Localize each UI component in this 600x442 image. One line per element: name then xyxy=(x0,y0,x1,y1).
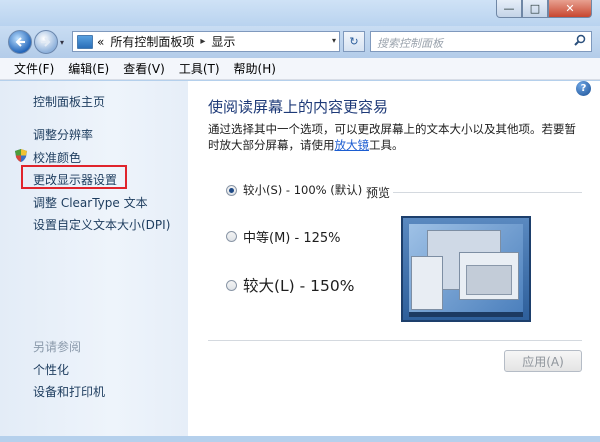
radio-medium[interactable] xyxy=(226,231,237,242)
bottom-divider xyxy=(208,340,582,341)
preview-window-front xyxy=(459,252,519,300)
recent-pages-button[interactable]: ▾ xyxy=(60,38,64,47)
sidebar-link-resolution[interactable]: 调整分辨率 xyxy=(33,126,93,143)
radio-smaller[interactable] xyxy=(226,184,237,196)
description-tail: 工具。 xyxy=(369,138,404,152)
refresh-button[interactable]: ↻ xyxy=(343,31,365,52)
option-smaller-label[interactable]: 较小(S) - 100% (默认) xyxy=(243,182,362,198)
back-button[interactable] xyxy=(8,30,32,54)
see-also-heading: 另请参阅 xyxy=(33,340,82,354)
forward-button[interactable] xyxy=(34,30,58,54)
window-bottom-border xyxy=(0,436,600,442)
option-smaller[interactable]: 较小(S) - 100% (默认) xyxy=(226,182,362,198)
sidebar-link-custom-dpi[interactable]: 设置自定义文本大小(DPI) xyxy=(33,216,170,233)
shield-icon xyxy=(15,149,27,162)
search-placeholder: 搜索控制面板 xyxy=(377,37,443,50)
preview-taskbar xyxy=(409,312,523,317)
highlight-box xyxy=(21,165,127,189)
menu-file[interactable]: 文件(F) xyxy=(14,60,54,77)
address-dropdown-icon[interactable]: ▾ xyxy=(332,36,336,45)
address-overflow[interactable]: « xyxy=(97,35,104,49)
control-panel-icon xyxy=(77,34,93,49)
apply-button[interactable]: 应用(A) xyxy=(504,350,582,372)
sidebar-link-devices-printers[interactable]: 设备和打印机 xyxy=(33,383,105,400)
menu-tools[interactable]: 工具(T) xyxy=(179,60,220,77)
title-bar: — □ ✕ xyxy=(0,0,600,26)
magnifier-link[interactable]: 放大镜 xyxy=(335,138,370,152)
sidebar-link-cleartype[interactable]: 调整 ClearType 文本 xyxy=(33,194,148,211)
sidebar-link-calibrate-color[interactable]: 校准颜色 xyxy=(33,149,81,166)
search-icon[interactable] xyxy=(574,34,586,46)
menu-edit[interactable]: 编辑(E) xyxy=(68,60,109,77)
breadcrumb-display[interactable]: 显示 xyxy=(211,33,235,50)
option-medium-label[interactable]: 中等(M) - 125% xyxy=(243,227,340,246)
close-button[interactable]: ✕ xyxy=(548,0,592,18)
preview-screen xyxy=(409,224,523,312)
page-description: 通过选择其中一个选项，可以更改屏幕上的文本大小以及其他项。若要暂时放大部分屏幕，… xyxy=(208,121,586,153)
minimize-button[interactable]: — xyxy=(496,0,522,18)
help-icon[interactable]: ? xyxy=(576,81,591,96)
option-larger[interactable]: 较大(L) - 150% xyxy=(226,274,355,296)
sidebar-link-personalization[interactable]: 个性化 xyxy=(33,361,69,378)
search-input[interactable]: 搜索控制面板 xyxy=(370,31,592,52)
navigation-bar: ▾ « 所有控制面板项 ▸ 显示 ▾ ↻ 搜索控制面板 xyxy=(0,26,600,58)
arrow-right-icon xyxy=(41,37,51,47)
sidebar-link-home[interactable]: 控制面板主页 xyxy=(33,93,105,110)
window-controls: — □ ✕ xyxy=(496,0,592,18)
address-bar[interactable]: « 所有控制面板项 ▸ 显示 ▾ xyxy=(72,31,340,52)
preview-divider xyxy=(393,192,582,193)
option-medium[interactable]: 中等(M) - 125% xyxy=(226,227,340,246)
menu-help[interactable]: 帮助(H) xyxy=(234,60,276,77)
breadcrumb-separator-icon[interactable]: ▸ xyxy=(200,36,205,47)
radio-larger[interactable] xyxy=(226,279,237,291)
maximize-button[interactable]: □ xyxy=(522,0,548,18)
breadcrumb-all-items[interactable]: 所有控制面板项 xyxy=(110,33,194,50)
preview-window-left xyxy=(411,256,443,310)
option-larger-label[interactable]: 较大(L) - 150% xyxy=(243,274,355,296)
preview-monitor xyxy=(401,216,531,322)
page-title: 使阅读屏幕上的内容更容易 xyxy=(208,98,389,116)
menu-bar: 文件(F) 编辑(E) 查看(V) 工具(T) 帮助(H) xyxy=(0,58,600,80)
arrow-left-icon xyxy=(15,37,25,47)
preview-label: 预览 xyxy=(366,186,391,200)
menu-view[interactable]: 查看(V) xyxy=(123,60,165,77)
